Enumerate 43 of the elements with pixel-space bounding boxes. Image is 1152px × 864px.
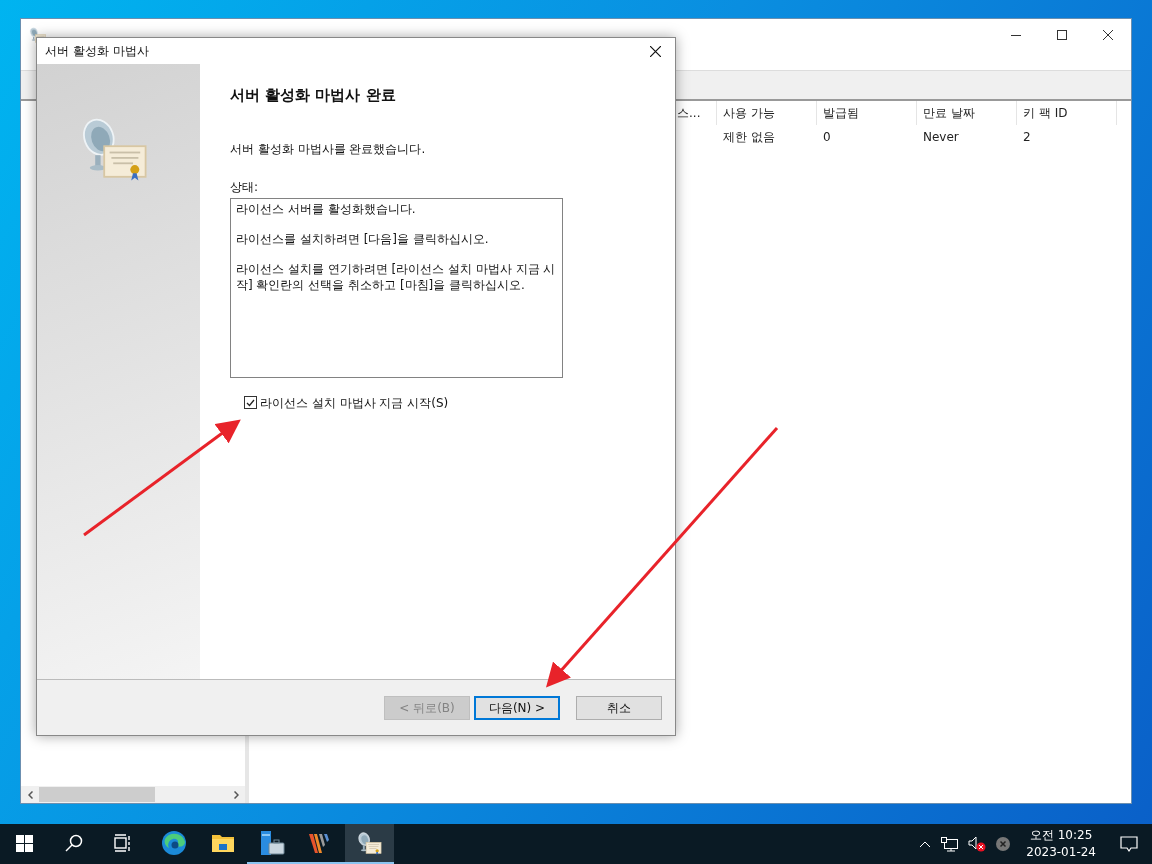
column-header[interactable]: 만료 날짜 <box>917 101 1017 125</box>
table-cell: 제한 없음 <box>723 130 775 144</box>
muted-speaker-icon <box>968 836 987 852</box>
scroll-left-icon <box>27 790 33 799</box>
task-view-icon <box>113 834 132 852</box>
windows-logo-icon <box>16 834 33 852</box>
status-label: 상태: <box>230 178 260 196</box>
wizard-heading: 서버 활성화 마법사 완료 <box>230 85 397 106</box>
maximize-icon <box>1057 30 1067 40</box>
search-icon <box>64 834 83 852</box>
horizontal-scrollbar[interactable] <box>21 786 245 803</box>
column-header[interactable]: 발급됨 <box>817 101 917 125</box>
notification-icon[interactable] <box>1120 835 1138 853</box>
table-cell: 2 <box>1023 130 1031 144</box>
column-header[interactable]: 키 팩 ID <box>1017 101 1117 125</box>
start-wizard-checkbox[interactable]: 라이선스 설치 마법사 지금 시작(S) <box>244 393 675 412</box>
folder-icon <box>210 832 235 854</box>
taskbar-button[interactable] <box>345 824 394 864</box>
wizard-message: 서버 활성화 마법사를 완료했습니다. <box>230 140 427 158</box>
wizard-button[interactable]: 취소 <box>576 695 662 720</box>
column-header[interactable]: 사용 가능 <box>717 101 817 125</box>
checkbox[interactable] <box>244 396 257 409</box>
close-icon <box>649 45 661 57</box>
close-icon <box>1103 30 1113 40</box>
status-text: 라이선스를 설치하려면 [다음]을 클릭하십시오. <box>236 230 490 247</box>
browser-icon <box>160 830 187 856</box>
chevron-up-icon <box>919 840 932 848</box>
network-icon <box>941 836 959 852</box>
clock[interactable]: 오전 10:25 2023-01-24 <box>1020 827 1102 861</box>
scroll-thumb[interactable] <box>39 787 155 802</box>
table-cell: 0 <box>823 130 831 144</box>
table-cell: Never <box>923 130 959 144</box>
scroll-right-icon <box>233 790 239 799</box>
checkmark-icon <box>246 398 255 407</box>
dialog-title: 서버 활성화 마법사 <box>45 43 149 60</box>
server-toolbox-icon <box>258 830 285 856</box>
status-text: 라이선스 설치를 연기하려면 [라이선스 설치 마법사 지금 시작] 확인란의 선택을 취소하고 [마침]을 클릭하십시오. <box>236 260 557 293</box>
status-text: 라이선스 서버를 활성화했습니다. <box>236 200 417 217</box>
licensing-app-icon <box>356 830 383 856</box>
status-text-box[interactable]: 라이선스 서버를 활성화했습니다. 라이선스를 설치하려면 [다음]을 클릭하십시오. 라이선스 설치를 연기하려면 [라이선스 설치 마법사 지금 시작] 확인란의 선택을 취소하고 [마침]을 클릭하십시오. <box>230 197 563 378</box>
minimize-icon <box>1011 34 1021 36</box>
wizard-button[interactable]: 다음(N) > <box>474 695 560 720</box>
error-icon <box>996 837 1011 851</box>
